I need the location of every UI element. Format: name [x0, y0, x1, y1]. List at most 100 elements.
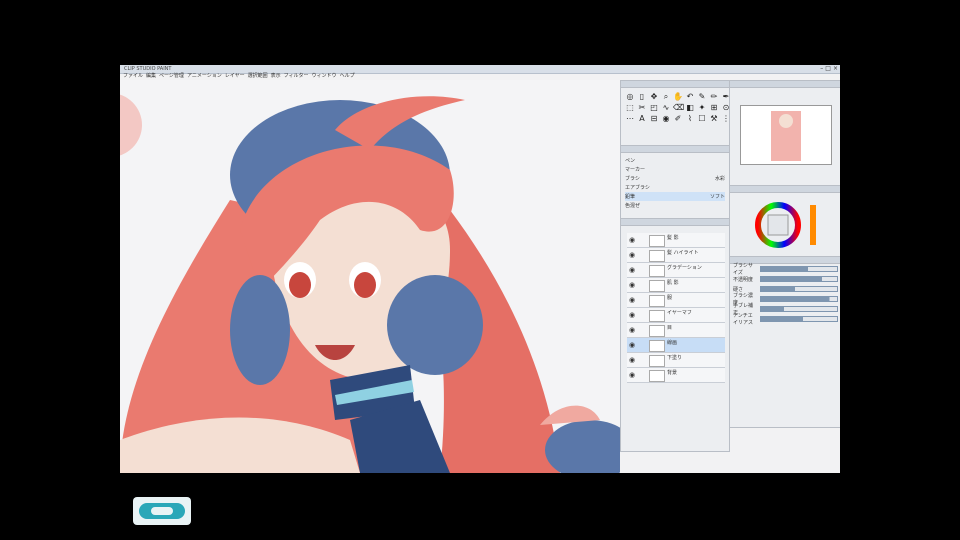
layer-name: 服 — [667, 295, 673, 301]
property-slider[interactable] — [760, 266, 838, 272]
layer-row[interactable]: ◉ 目 — [627, 323, 725, 338]
layer-row[interactable]: ◉ 髪 影 — [627, 233, 725, 248]
layer-thumbnail — [649, 355, 665, 367]
menu-page[interactable]: ページ管理 — [159, 73, 184, 80]
property-row: アンチエイリアス — [730, 313, 840, 326]
menu-animation[interactable]: アニメーション — [187, 73, 222, 80]
eye-icon[interactable]: ◉ — [629, 296, 635, 304]
tool-icon[interactable]: ✂ — [637, 103, 647, 112]
subtool-label: ペン — [625, 158, 636, 164]
menu-bar: ファイル 編集 ページ管理 アニメーション レイヤー 選択範囲 表示 フィルター… — [120, 73, 623, 80]
tool-icon[interactable]: ⋯ — [625, 114, 635, 123]
layer-thumbnail — [649, 265, 665, 277]
property-slider[interactable] — [760, 316, 838, 322]
tool-icon[interactable]: ⚒ — [709, 114, 719, 123]
navigator-thumbnail[interactable] — [740, 105, 832, 165]
layer-name: 肌 影 — [667, 280, 679, 286]
eye-icon[interactable]: ◉ — [629, 341, 635, 349]
drawing-canvas[interactable] — [120, 80, 620, 473]
subtool-item[interactable]: エアブラシ — [625, 183, 725, 192]
subtool-value: 水彩 — [714, 176, 725, 182]
tool-icon[interactable]: ⊟ — [649, 114, 659, 123]
tool-icon[interactable]: ⌇ — [685, 114, 695, 123]
layer-row[interactable]: ◉ 下塗り — [627, 353, 725, 368]
maximize-icon[interactable]: □ — [825, 65, 831, 73]
tool-icon[interactable]: ◧ — [685, 103, 695, 112]
subtool-label: エアブラシ — [625, 185, 650, 191]
layer-row[interactable]: ◉ グラデーション — [627, 263, 725, 278]
menu-select[interactable]: 選択範囲 — [248, 73, 268, 80]
eye-icon[interactable]: ◉ — [629, 251, 635, 259]
layer-row[interactable]: ◉ 服 — [627, 293, 725, 308]
layer-thumbnail — [649, 250, 665, 262]
tool-icon[interactable]: ◎ — [625, 92, 635, 101]
tool-icon[interactable]: ✐ — [673, 114, 683, 123]
tool-icon[interactable]: ∿ — [661, 103, 671, 112]
menu-help[interactable]: ヘルプ — [340, 73, 355, 80]
tool-icon[interactable]: A — [637, 114, 647, 123]
menu-view[interactable]: 表示 — [271, 73, 281, 80]
tool-icon[interactable]: ◉ — [661, 114, 671, 123]
layer-name: イヤーマフ — [667, 310, 692, 316]
property-row: 不透明度 — [730, 274, 840, 284]
subtool-list: ペン マーカー ブラシ 水彩エアブラシ 鉛筆 ソフト色混ぜ — [621, 153, 729, 213]
layer-name: 髪 影 — [667, 235, 679, 241]
layer-panel-header — [621, 219, 729, 226]
eye-icon[interactable]: ◉ — [629, 266, 635, 274]
tool-grid: ◎ ▯ ✥ ⌕ ✋ ↶ ✎ ✏ ✒ ⬚ ✂ ◰ ∿ ⌫ ◧ ✦ ⊞ ⊙ ⋯ A ⊟ ◉ ✐ ⌇ ☐ ⚒ ⋮ — [621, 88, 730, 127]
tool-icon[interactable]: ✎ — [697, 92, 707, 101]
layer-name: グラデーション — [667, 265, 702, 271]
subtool-item[interactable]: 色混ぜ — [625, 201, 725, 210]
tool-icon[interactable]: ⌫ — [673, 103, 684, 112]
layer-row[interactable]: ◉ 髪 ハイライト — [627, 248, 725, 263]
eye-icon[interactable]: ◉ — [629, 356, 635, 364]
navigator-panel — [729, 80, 840, 186]
property-slider[interactable] — [760, 306, 838, 312]
eye-icon[interactable]: ◉ — [629, 371, 635, 379]
minimize-icon[interactable]: – — [820, 65, 823, 73]
eye-icon[interactable]: ◉ — [629, 311, 635, 319]
property-label: 不透明度 — [733, 276, 754, 283]
tool-icon[interactable]: ☐ — [697, 114, 707, 123]
menu-edit[interactable]: 編集 — [146, 73, 156, 80]
subtool-item[interactable]: ペン — [625, 156, 725, 165]
close-icon[interactable]: × — [833, 65, 838, 73]
subtool-item[interactable]: ブラシ 水彩 — [625, 174, 725, 183]
tool-property-panel: ブラシサイズ 不透明度 硬さ ブラシ濃度 手ブレ補正 アンチエイリアス — [729, 256, 840, 428]
tool-icon[interactable]: ⊞ — [709, 103, 719, 112]
menu-file[interactable]: ファイル — [123, 73, 143, 80]
layer-thumbnail — [649, 340, 665, 352]
layer-thumbnail — [649, 310, 665, 322]
tool-icon[interactable]: ▯ — [637, 92, 647, 101]
tool-icon[interactable]: ✥ — [649, 92, 659, 101]
tool-icon[interactable]: ⬚ — [625, 103, 635, 112]
tool-icon[interactable]: ✏ — [709, 92, 719, 101]
subtool-label: 鉛筆 — [625, 194, 636, 200]
color-wheel[interactable] — [730, 193, 840, 255]
layer-row[interactable]: ◉ イヤーマフ — [627, 308, 725, 323]
subtool-item[interactable]: マーカー — [625, 165, 725, 174]
layer-row[interactable]: ◉ 肌 影 — [627, 278, 725, 293]
layer-thumbnail — [649, 370, 665, 382]
property-label: アンチエイリアス — [733, 313, 754, 326]
property-slider[interactable] — [760, 286, 838, 292]
menu-filter[interactable]: フィルター — [284, 73, 309, 80]
tool-icon[interactable]: ✦ — [697, 103, 707, 112]
property-slider[interactable] — [760, 276, 838, 282]
subtool-label: 色混ぜ — [625, 203, 641, 209]
layer-thumbnail — [649, 325, 665, 337]
tool-icon[interactable]: ✋ — [673, 92, 683, 101]
subtool-item[interactable]: 鉛筆 ソフト — [625, 192, 725, 201]
menu-window[interactable]: ウィンドウ — [312, 73, 337, 80]
layer-row[interactable]: ◉ 背景 — [627, 368, 725, 383]
tool-icon[interactable]: ⌕ — [661, 92, 671, 101]
property-slider[interactable] — [760, 296, 838, 302]
layer-row[interactable]: ◉ 線画 — [627, 338, 725, 353]
tool-icon[interactable]: ↶ — [685, 92, 695, 101]
eye-icon[interactable]: ◉ — [629, 236, 635, 244]
eye-icon[interactable]: ◉ — [629, 281, 635, 289]
eye-icon[interactable]: ◉ — [629, 326, 635, 334]
tool-icon[interactable]: ◰ — [649, 103, 659, 112]
menu-layer[interactable]: レイヤー — [225, 73, 245, 80]
channel-logo — [133, 497, 191, 525]
